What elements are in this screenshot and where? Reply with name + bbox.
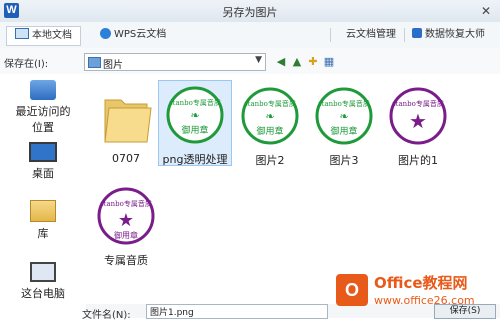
tab-data-recovery[interactable]: 数据恢复大师 [412, 26, 485, 44]
purple-seal-icon: stanbo专属音质 ★ 御用章 [97, 187, 155, 245]
svg-text:❧: ❧ [339, 110, 348, 123]
file-item[interactable]: stanbo专属音质 ❧ 御用章 图片3 [308, 82, 380, 167]
green-seal-icon: stanbo专属音质 ❧ 御用章 [166, 86, 224, 144]
tab-divider [330, 28, 331, 42]
recent-icon [30, 80, 56, 100]
cloud-icon [100, 28, 111, 39]
back-icon[interactable]: ◀ [274, 55, 288, 69]
svg-text:御用章: 御用章 [256, 125, 283, 137]
library-icon [30, 200, 56, 222]
svg-text:❧: ❧ [265, 110, 274, 123]
view-menu-icon[interactable]: ▦ [322, 55, 336, 69]
save-in-dropdown[interactable]: 图片 ▼ [84, 53, 266, 71]
file-item[interactable]: stanbo专属音质 ❧ 御用章 图片2 [234, 82, 306, 167]
tab-cloud-doc-manage[interactable]: 云文档管理 [346, 26, 396, 44]
sidebar-item-recent[interactable]: 最近访问的 位置 [0, 80, 86, 135]
save-location-row: 保存在(I): 图片 ▼ ◀ ▲ ✚ ▦ [0, 48, 500, 74]
svg-text:❧: ❧ [190, 109, 199, 122]
svg-text:stanbo专属音质: stanbo专属音质 [100, 199, 152, 208]
sidebar-item-this-pc[interactable]: 这台电脑 [0, 262, 86, 301]
file-item[interactable]: stanbo专属音质 ★ 御用章 专属音质 [90, 182, 162, 267]
save-in-label: 保存在(I): [4, 59, 49, 70]
svg-text:御用章: 御用章 [114, 230, 138, 240]
svg-text:stanbo专属音质: stanbo专属音质 [244, 99, 296, 108]
svg-text:御用章: 御用章 [330, 125, 357, 137]
file-item[interactable]: stanbo专属音质 ★ 图片的1 [382, 82, 454, 167]
location-tabs: 本地文档 WPS云文档 云文档管理 数据恢复大师 [0, 22, 500, 49]
sidebar-item-desktop[interactable]: 桌面 [0, 142, 86, 181]
desktop-icon [29, 142, 57, 162]
file-item-selected[interactable]: stanbo专属音质 ❧ 御用章 png透明处理 [158, 80, 232, 166]
site-watermark: O Office教程网 www.office26.com [336, 268, 500, 314]
new-folder-icon[interactable]: ✚ [306, 55, 320, 69]
picture-folder-icon [88, 57, 101, 68]
svg-text:stanbo专属音质: stanbo专属音质 [392, 99, 444, 108]
window-title: 另存为图片 [222, 6, 278, 19]
svg-text:★: ★ [118, 210, 134, 231]
office-logo-icon: O [336, 274, 368, 306]
chevron-down-icon: ▼ [255, 55, 262, 65]
tab-divider [404, 28, 405, 42]
sidebar-item-library[interactable]: 库 [0, 200, 86, 241]
folder-icon [104, 99, 152, 143]
up-folder-icon[interactable]: ▲ [290, 55, 304, 69]
seal-center-text: 御用章 [181, 124, 208, 136]
watermark-brand: Office教程网 [374, 274, 468, 292]
filename-input[interactable]: 图片1.png [146, 304, 328, 319]
computer-icon [30, 262, 56, 282]
tab-local-documents[interactable]: 本地文档 [6, 26, 81, 46]
svg-text:★: ★ [409, 109, 427, 133]
green-seal-icon: stanbo专属音质 ❧ 御用章 [241, 87, 299, 145]
seal-top-text: stanbo专属音质 [169, 98, 221, 107]
purple-seal-icon: stanbo专属音质 ★ [389, 87, 447, 145]
recovery-icon [412, 28, 422, 38]
svg-text:stanbo专属音质: stanbo专属音质 [318, 99, 370, 108]
watermark-url: www.office26.com [374, 294, 475, 307]
tab-wps-cloud[interactable]: WPS云文档 [100, 26, 166, 44]
computer-icon [15, 28, 29, 39]
close-button[interactable]: ✕ [478, 3, 494, 19]
green-seal-icon: stanbo专属音质 ❧ 御用章 [315, 87, 373, 145]
filename-label: 文件名(N): [82, 310, 131, 321]
places-sidebar: 最近访问的 位置 桌面 库 这台电脑 [0, 74, 87, 318]
title-bar: W 另存为图片 ✕ [0, 0, 500, 23]
